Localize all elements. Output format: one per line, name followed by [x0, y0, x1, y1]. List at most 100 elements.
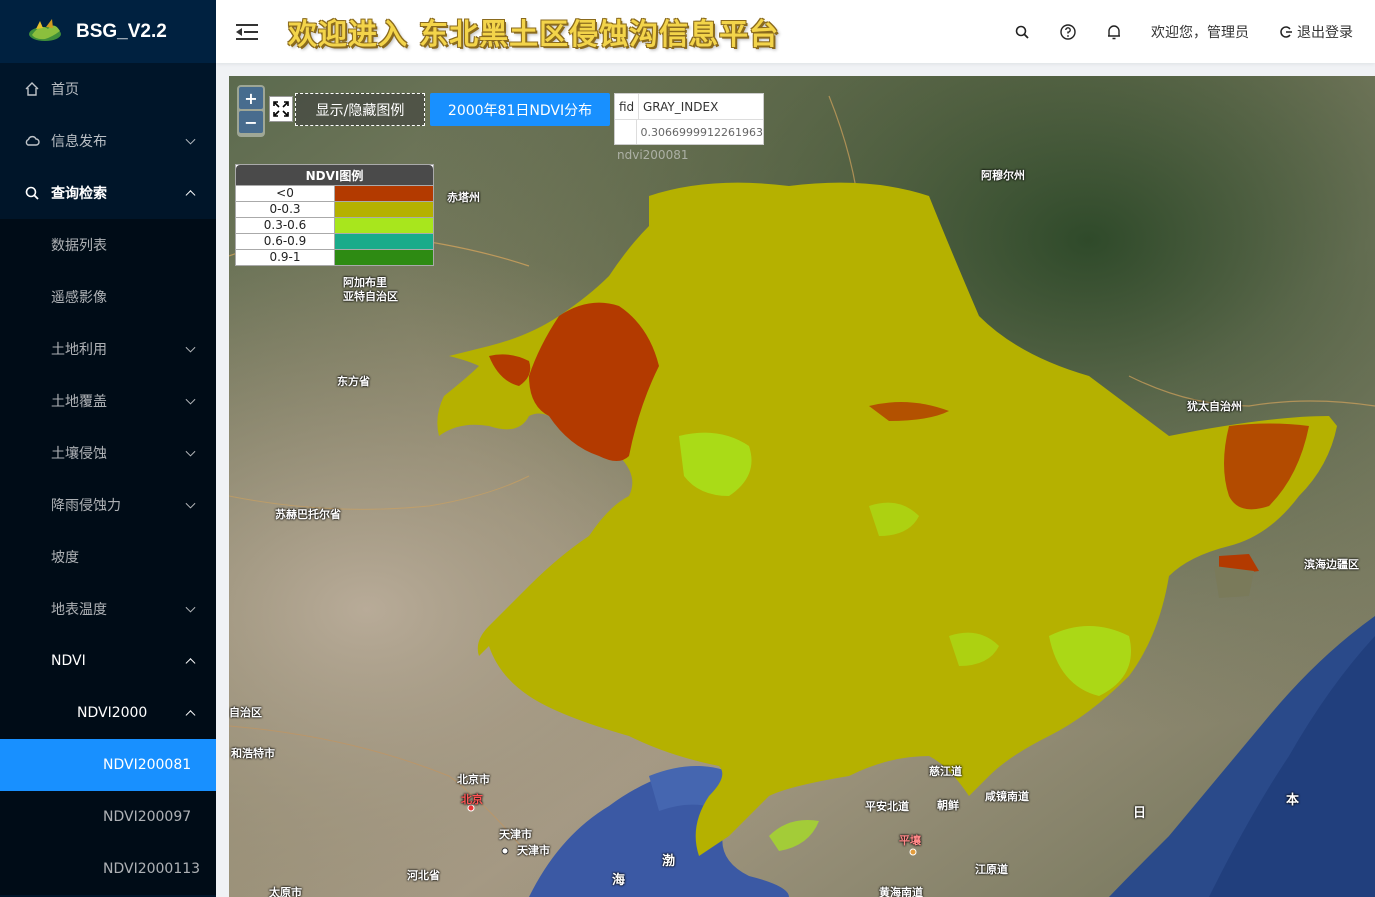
place-label: 慈江道: [929, 765, 962, 778]
info-col-fid: fid: [615, 94, 639, 119]
sidebar-item-ndvi200097[interactable]: NDVI200097: [0, 791, 216, 843]
sub-label: NDVI2000: [77, 705, 148, 721]
sub-label: NDVI200097: [103, 809, 192, 825]
legend-label: 0.3-0.6: [236, 218, 335, 233]
sub-label: NDVI2000113: [103, 861, 201, 877]
sub-label: NDVI200081: [103, 757, 192, 773]
chevron-down-icon: [185, 134, 196, 145]
chevron-down-icon: [185, 342, 196, 353]
question-icon[interactable]: [1059, 23, 1077, 41]
zoom-in-button[interactable]: +: [239, 87, 263, 109]
search-icon[interactable]: [1013, 23, 1031, 41]
legend-swatch: [335, 202, 433, 217]
legend-label: 0.6-0.9: [236, 234, 335, 249]
place-label: 海: [612, 873, 626, 888]
place-label: 阿穆尔州: [981, 169, 1025, 182]
place-label: 渤: [662, 854, 676, 869]
sidebar-item-land-use[interactable]: 土地利用: [0, 323, 216, 375]
ndvi-legend: NDVI图例 <0 0-0.3 0.3-0.6 0.6-0.9 0.9-1: [235, 164, 434, 266]
sidebar-item-soil-erosion[interactable]: 土壤侵蚀: [0, 427, 216, 479]
menu-info-publish[interactable]: 信息发布: [0, 115, 216, 167]
place-label: 滨海边疆区: [1304, 558, 1359, 571]
logout-label: 退出登录: [1297, 24, 1353, 41]
cloud-icon: [24, 133, 40, 149]
chevron-up-icon: [185, 190, 196, 201]
legend-label: 0-0.3: [236, 202, 335, 217]
menu-fold-icon[interactable]: [236, 22, 260, 42]
place-label: 犹太自治州: [1187, 400, 1242, 413]
legend-label: <0: [236, 186, 335, 201]
sub-label: 土地覆盖: [51, 394, 107, 410]
sidebar-item-ndvi200081[interactable]: NDVI200081: [0, 739, 216, 791]
place-label: 朝鲜: [937, 799, 959, 812]
sidebar-item-land-cover[interactable]: 土地覆盖: [0, 375, 216, 427]
place-label: 日: [1133, 806, 1147, 821]
sidebar-item-remote-sensing[interactable]: 遥感影像: [0, 271, 216, 323]
sub-label: 数据列表: [51, 238, 107, 254]
chevron-down-icon: [185, 498, 196, 509]
user-welcome[interactable]: 欢迎您，管理员: [1151, 22, 1249, 42]
legend-swatch: [335, 186, 433, 201]
page-title: 欢迎进入 东北黑土区侵蚀沟信息平台: [288, 16, 780, 51]
menu-query[interactable]: 查询检索: [0, 167, 216, 219]
sub-label: 地表温度: [51, 602, 107, 618]
zoom-control: + −: [237, 85, 265, 137]
place-label: 太原市: [269, 886, 302, 897]
sidebar: BSG_V2.2 首页 信息发布 查询检索 数据列表 遥感影像 土地利用 土地覆…: [0, 0, 216, 897]
menu-info-publish-label: 信息发布: [51, 134, 107, 150]
place-label: 北京: [461, 793, 483, 806]
fullscreen-button[interactable]: [269, 96, 293, 122]
home-icon: [24, 81, 40, 97]
layer-name-label: ndvi200081: [617, 148, 689, 162]
place-label: 自治区: [229, 706, 262, 719]
logout-button[interactable]: 退出登录: [1279, 22, 1353, 42]
place-label: 阿加布里 亚特自治区: [343, 276, 398, 303]
legend-swatch: [335, 250, 433, 265]
sidebar-item-ndvi2000113[interactable]: NDVI2000113: [0, 843, 216, 895]
legend-label: 0.9-1: [236, 250, 335, 265]
sub-label: NDVI: [51, 653, 86, 669]
logout-icon: [1280, 25, 1292, 38]
menu-home[interactable]: 首页: [0, 63, 216, 115]
menu-query-label: 查询检索: [51, 186, 107, 202]
info-gray-index-value: 0.3066999912261963: [640, 125, 763, 139]
place-label: 天津市: [517, 844, 550, 857]
sub-label: 降雨侵蚀力: [51, 498, 121, 514]
sub-label: 土壤侵蚀: [51, 446, 107, 462]
query-submenu: 数据列表 遥感影像 土地利用 土地覆盖 土壤侵蚀 降雨侵蚀力 坡度 地表温度 N…: [0, 219, 216, 895]
legend-swatch: [335, 234, 433, 249]
sub-label: 遥感影像: [51, 290, 107, 306]
toggle-legend-button[interactable]: 显示/隐藏图例: [295, 93, 425, 126]
sidebar-item-surface-temp[interactable]: 地表温度: [0, 583, 216, 635]
sidebar-item-slope[interactable]: 坡度: [0, 531, 216, 583]
chevron-up-icon: [185, 658, 196, 669]
logo[interactable]: BSG_V2.2: [0, 0, 216, 63]
sidebar-item-rain-erosivity[interactable]: 降雨侵蚀力: [0, 479, 216, 531]
place-label: 赤塔州: [447, 191, 480, 204]
place-label: 东方省: [337, 375, 370, 388]
place-label: 天津市: [499, 828, 532, 841]
place-label: 咸镜南道: [985, 790, 1029, 803]
sub-label: 土地利用: [51, 342, 107, 358]
sidebar-item-ndvi2000[interactable]: NDVI2000: [0, 687, 216, 739]
place-label: 黄海南道: [879, 886, 923, 897]
chevron-down-icon: [185, 394, 196, 405]
bell-icon[interactable]: [1105, 23, 1123, 41]
place-label: 平安北道: [865, 800, 909, 813]
menu-home-label: 首页: [51, 82, 79, 98]
place-label: 本: [1286, 793, 1300, 808]
sidebar-item-ndvi[interactable]: NDVI: [0, 635, 216, 687]
legend-title: NDVI图例: [236, 165, 433, 185]
place-label: 和浩特市: [231, 747, 275, 760]
fullscreen-icon: [273, 101, 289, 117]
place-label: 北京市: [457, 773, 490, 786]
place-label: 河北省: [407, 869, 440, 882]
zoom-out-button[interactable]: −: [239, 111, 263, 133]
map-view[interactable]: 赤塔州 阿穆尔州 阿加布里 亚特自治区 东方省 犹太自治州 苏赫巴托尔省 滨海边…: [229, 76, 1375, 897]
sidebar-item-data-list[interactable]: 数据列表: [0, 219, 216, 271]
header-actions: 欢迎您，管理员 退出登录: [999, 0, 1353, 63]
feature-info-table: fid GRAY_INDEX 0.3066999912261963: [614, 93, 764, 145]
ndvi-layer-button[interactable]: 2000年81日NDVI分布: [430, 93, 610, 126]
legend-swatch: [335, 218, 433, 233]
app-title: BSG_V2.2: [76, 20, 167, 42]
